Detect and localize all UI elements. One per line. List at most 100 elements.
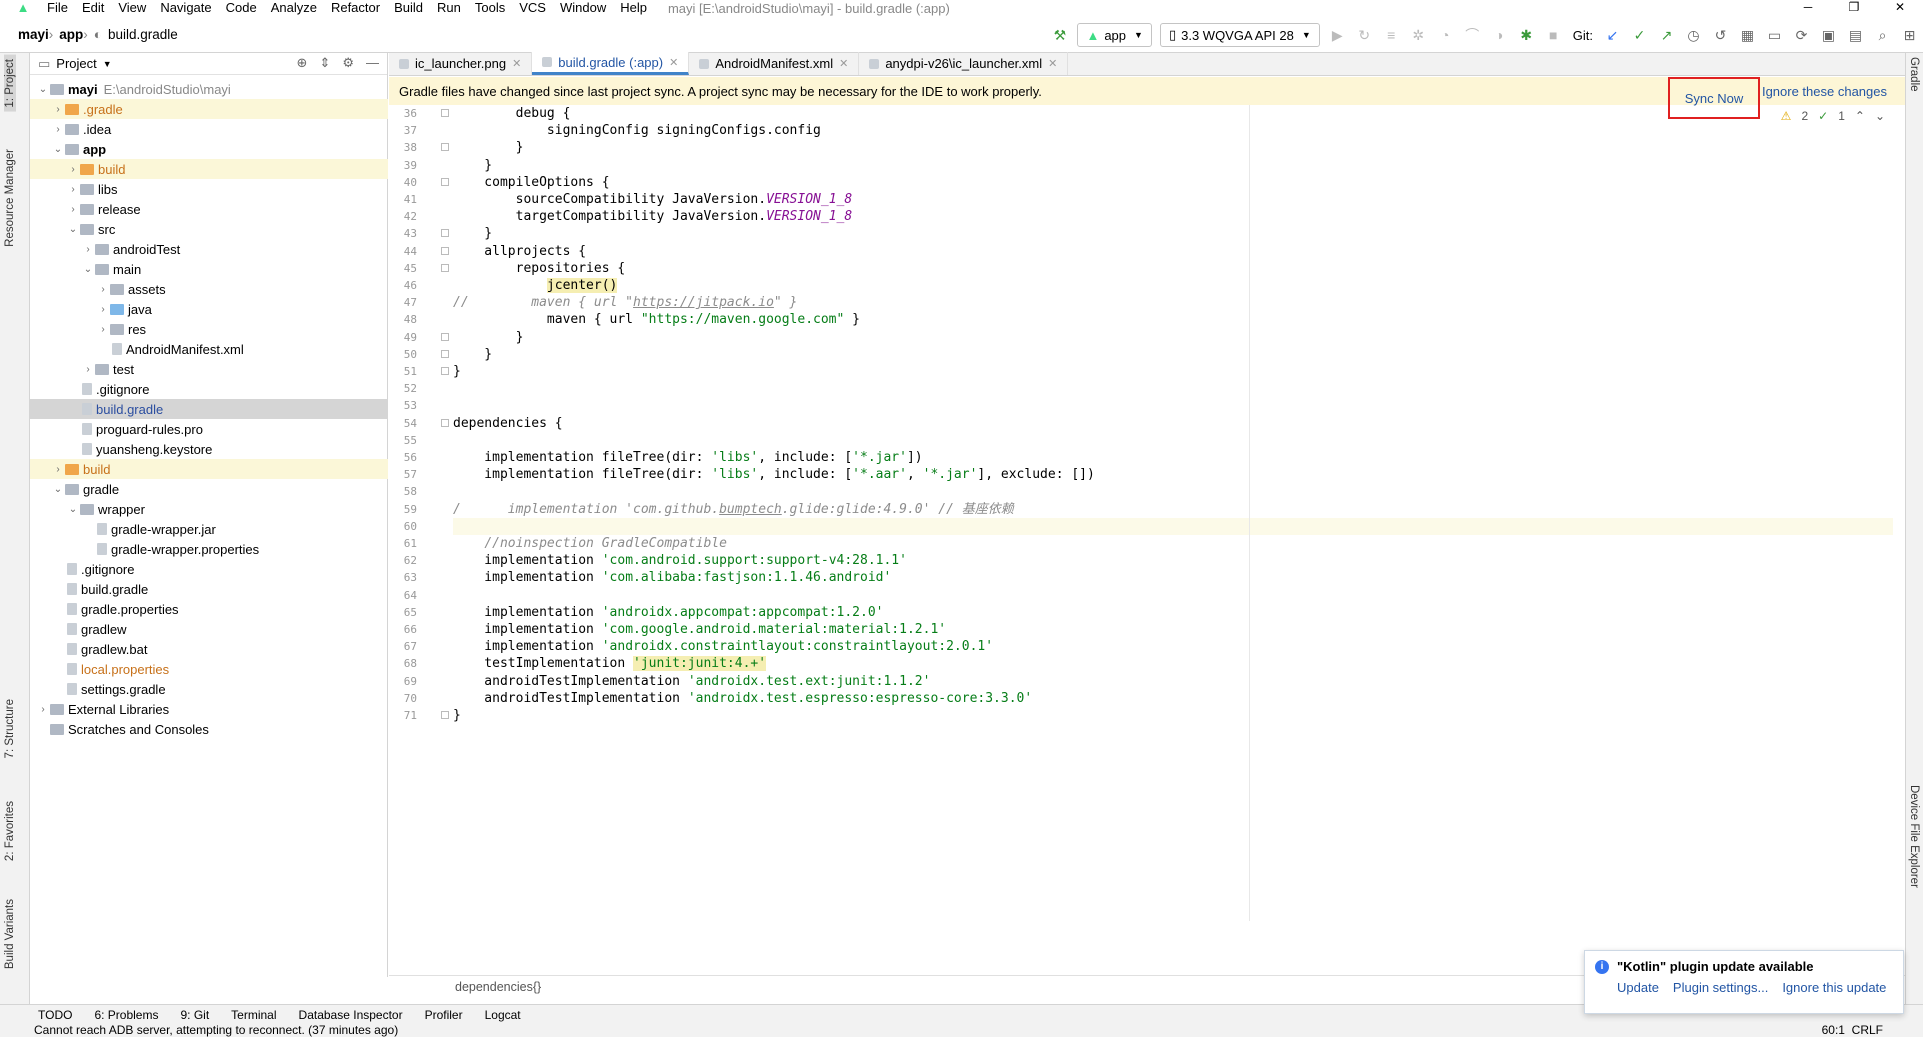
tree-item[interactable]: gradle.properties — [30, 599, 388, 619]
code-editor[interactable]: debug { signingConfig signingConfigs.con… — [453, 105, 1893, 921]
chevron-right-icon[interactable]: › — [66, 164, 80, 175]
tree-item[interactable]: gradle-wrapper.properties — [30, 539, 388, 559]
chevron-right-icon[interactable]: › — [96, 284, 110, 295]
menu-item-build[interactable]: Build — [387, 0, 430, 16]
fold-marker-icon[interactable] — [441, 109, 449, 117]
tree-item[interactable]: › test — [30, 359, 388, 379]
menu-item-tools[interactable]: Tools — [468, 0, 512, 16]
status-message[interactable]: Cannot reach ADB server, attempting to r… — [34, 1024, 398, 1037]
editor-tab[interactable]: ic_launcher.png ✕ — [389, 52, 533, 75]
bottom-tab[interactable]: Profiler — [425, 1008, 463, 1022]
menu-item-file[interactable]: File — [40, 0, 75, 16]
stop-icon[interactable]: ■ — [1541, 23, 1565, 47]
tree-item[interactable]: gradlew — [30, 619, 388, 639]
tree-item[interactable]: build.gradle — [30, 579, 388, 599]
tool-tab-structure[interactable]: 7: Structure — [4, 699, 16, 758]
ignore-changes-link[interactable]: Ignore these changes — [1762, 84, 1887, 99]
menu-item-code[interactable]: Code — [219, 0, 264, 16]
tree-item[interactable]: gradlew.bat — [30, 639, 388, 659]
project-view-select[interactable]: Project — [56, 56, 96, 71]
rerun-icon[interactable]: ↻ — [1352, 23, 1376, 47]
close-icon[interactable]: ✕ — [1877, 0, 1923, 16]
layout-icon[interactable]: ⊞ — [1898, 23, 1922, 47]
sdk-manager-icon[interactable]: ▣ — [1817, 23, 1841, 47]
fold-marker-icon[interactable] — [441, 418, 449, 427]
device-manager-icon[interactable]: ▤ — [1844, 23, 1868, 47]
tree-item[interactable]: proguard-rules.pro — [30, 419, 388, 439]
chevron-down-icon[interactable]: ⌄ — [36, 84, 50, 95]
menu-item-view[interactable]: View — [111, 0, 153, 16]
hide-icon[interactable]: — — [366, 55, 379, 71]
chevron-down-icon[interactable]: ⌄ — [81, 264, 95, 275]
close-tab-icon[interactable]: ✕ — [1048, 57, 1057, 70]
tool-tab-project[interactable]: 1: Project — [4, 55, 16, 112]
avd-manager-icon[interactable]: ▭ — [1763, 23, 1787, 47]
tree-item[interactable]: › release — [30, 199, 388, 219]
menu-item-analyze[interactable]: Analyze — [264, 0, 324, 16]
profile-icon[interactable]: ◔ — [1433, 23, 1457, 47]
run-config-select[interactable]: ▲ app ▼ — [1077, 23, 1152, 47]
tree-item[interactable]: ⌄ gradle — [30, 479, 388, 499]
fold-marker-icon[interactable] — [441, 246, 449, 255]
search-icon[interactable]: ⌕ — [1871, 23, 1895, 47]
gear-icon[interactable]: ⚙ — [342, 55, 354, 71]
tree-item[interactable]: build.gradle — [30, 399, 388, 419]
run-icon[interactable]: ▶ — [1325, 23, 1349, 47]
fold-marker-icon[interactable] — [441, 367, 449, 375]
hammer-icon[interactable]: ⚒ — [1048, 23, 1072, 47]
tree-item[interactable]: ⌄ app — [30, 139, 388, 159]
tree-item[interactable]: › External Libraries — [30, 699, 388, 719]
tool-tab-gradle[interactable]: Gradle — [1908, 57, 1920, 92]
chevron-right-icon[interactable]: › — [66, 184, 80, 195]
bottom-tab[interactable]: Database Inspector — [299, 1008, 403, 1022]
editor-tab[interactable]: build.gradle (:app) ✕ — [532, 52, 690, 75]
tree-item[interactable]: gradle-wrapper.jar — [30, 519, 388, 539]
tree-item[interactable]: ⌄ mayi E:\androidStudio\mayi — [30, 79, 388, 99]
breadcrumb-file[interactable]: build.gradle — [108, 27, 178, 42]
menu-item-vcs[interactable]: VCS — [512, 0, 553, 16]
breadcrumb-project[interactable]: mayi — [18, 27, 49, 42]
menu-item-navigate[interactable]: Navigate — [153, 0, 218, 16]
tree-item[interactable]: yuansheng.keystore — [30, 439, 388, 459]
tree-item[interactable]: › build — [30, 459, 388, 479]
chevron-down-icon[interactable]: ⌄ — [51, 144, 65, 155]
editor-tab[interactable]: AndroidManifest.xml ✕ — [689, 52, 860, 75]
fold-marker-icon[interactable] — [441, 711, 449, 719]
apply-changes-icon[interactable]: ≡ — [1379, 23, 1403, 47]
chevron-down-icon[interactable]: ⌄ — [66, 504, 80, 515]
chevron-right-icon[interactable]: › — [81, 244, 95, 255]
tree-item[interactable]: › java — [30, 299, 388, 319]
ignore-update-link[interactable]: Ignore this update — [1782, 980, 1886, 995]
chevron-down-icon[interactable]: ⌄ — [51, 484, 65, 495]
restore-icon[interactable]: ❐ — [1831, 0, 1877, 16]
fold-marker-icon[interactable] — [441, 349, 449, 358]
project-structure-icon[interactable]: ▦ — [1736, 23, 1760, 47]
tree-item[interactable]: › libs — [30, 179, 388, 199]
tree-item[interactable]: ⌄ src — [30, 219, 388, 239]
bottom-tab[interactable]: 6: Problems — [94, 1008, 158, 1022]
collapse-all-icon[interactable]: ⇕ — [319, 55, 330, 71]
menu-item-help[interactable]: Help — [613, 0, 654, 16]
chevron-right-icon[interactable]: › — [51, 464, 65, 475]
git-update-icon[interactable]: ↙ — [1601, 23, 1625, 47]
bug-icon[interactable]: ✱ — [1514, 23, 1538, 47]
chevron-down-icon[interactable]: ⌄ — [66, 224, 80, 235]
coverage-icon[interactable]: ◑ — [1487, 23, 1511, 47]
editor-tab[interactable]: anydpi-v26\ic_launcher.xml ✕ — [859, 52, 1069, 75]
tool-tab-favorites[interactable]: 2: Favorites — [4, 801, 16, 861]
history-icon[interactable]: ◷ — [1682, 23, 1706, 47]
tree-item[interactable]: .gitignore — [30, 379, 388, 399]
tree-item[interactable]: AndroidManifest.xml — [30, 339, 388, 359]
bottom-tab[interactable]: Logcat — [485, 1008, 521, 1022]
tree-item[interactable]: ⌄ wrapper — [30, 499, 388, 519]
tree-item[interactable]: › .gradle — [30, 99, 388, 119]
chevron-right-icon[interactable]: › — [81, 364, 95, 375]
bottom-tab[interactable]: 9: Git — [180, 1008, 209, 1022]
tree-item[interactable]: settings.gradle — [30, 679, 388, 699]
update-link[interactable]: Update — [1617, 980, 1659, 995]
tree-item[interactable]: › .idea — [30, 119, 388, 139]
caret-position[interactable]: 60:1 — [1822, 1024, 1845, 1037]
menu-item-window[interactable]: Window — [553, 0, 613, 16]
bottom-tab[interactable]: Terminal — [231, 1008, 276, 1022]
locate-icon[interactable]: ⊕ — [297, 55, 308, 71]
